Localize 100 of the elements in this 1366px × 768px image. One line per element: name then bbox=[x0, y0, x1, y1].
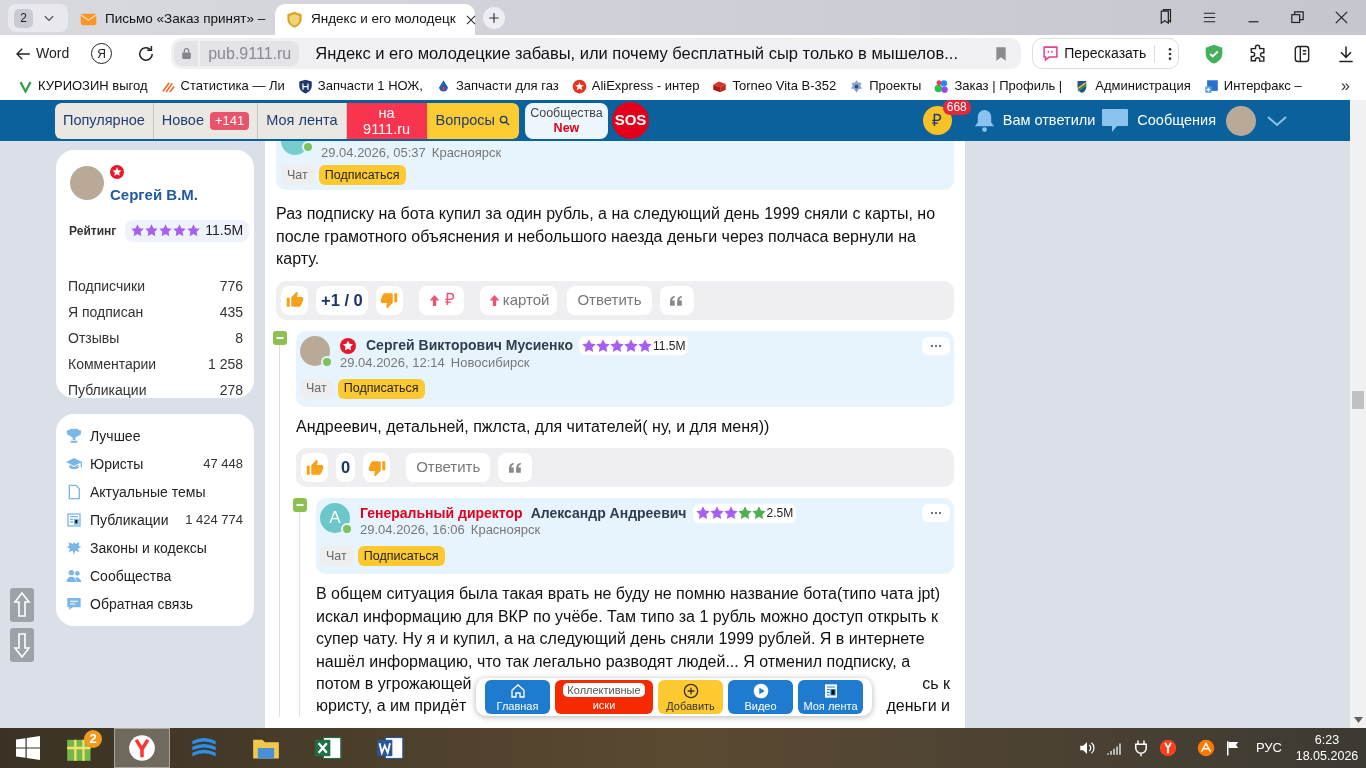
star-icon bbox=[173, 224, 187, 237]
chat-button[interactable]: Чат bbox=[300, 378, 333, 399]
chat-button[interactable]: Чат bbox=[281, 165, 314, 185]
bookmark-link[interactable]: Запчасти для газ bbox=[435, 76, 559, 96]
card-payment-button[interactable]: картой bbox=[479, 285, 558, 315]
stat-label: Публикации bbox=[68, 381, 147, 400]
vote-count: +1 / 0 bbox=[316, 285, 368, 315]
reply-button[interactable]: Ответить bbox=[567, 285, 652, 315]
chevron-down-icon[interactable] bbox=[1266, 113, 1288, 128]
browser-tab[interactable]: Яндекс и его молодецк bbox=[275, 4, 475, 35]
home-button[interactable]: Главная bbox=[485, 680, 550, 714]
app-logo-icon[interactable] bbox=[1196, 739, 1215, 757]
author-name[interactable]: Сергей Викторович Мусиенко bbox=[366, 335, 573, 356]
rating-label: Рейтинг bbox=[69, 222, 117, 240]
messages-button[interactable]: Сообщения bbox=[1101, 107, 1216, 134]
bookmark-link[interactable]: Статистика — Ли bbox=[160, 76, 285, 96]
item-count: 47 448 bbox=[203, 455, 243, 474]
more-button[interactable] bbox=[922, 504, 950, 522]
nav-tab[interactable]: на 9111.ru bbox=[346, 102, 427, 139]
clock[interactable]: 6:23 18.05.2026 bbox=[1291, 732, 1363, 764]
subscribe-button[interactable]: Подписаться bbox=[357, 546, 445, 566]
taskbar-app[interactable] bbox=[114, 728, 170, 768]
language-indicator[interactable]: РУС bbox=[1255, 738, 1282, 758]
star-icon bbox=[723, 506, 738, 520]
more-bookmarks-button[interactable]: » bbox=[1341, 74, 1350, 98]
back-button[interactable]: Word bbox=[14, 43, 70, 64]
subscribe-button[interactable]: Подписаться bbox=[337, 378, 425, 399]
scroll-down-arrow-icon[interactable] bbox=[1353, 717, 1363, 723]
lock-icon bbox=[174, 41, 199, 66]
profile-name[interactable]: Сергей В.М. bbox=[110, 184, 198, 207]
more-button[interactable] bbox=[922, 336, 950, 355]
close-icon[interactable] bbox=[1333, 9, 1350, 26]
add-button[interactable]: Добавить bbox=[658, 680, 723, 714]
menu-item[interactable]: Сообщества bbox=[56, 562, 254, 590]
author-role: Генеральный директор bbox=[360, 503, 523, 523]
up-arrow-icon bbox=[13, 591, 31, 619]
bookmark-link[interactable]: Проекты bbox=[849, 76, 922, 96]
eagle-icon bbox=[66, 540, 82, 556]
sos-button[interactable]: SOS bbox=[611, 102, 649, 139]
quote-button[interactable] bbox=[659, 285, 694, 315]
nav-tab[interactable]: Моя лента bbox=[258, 102, 347, 139]
replies-button[interactable]: Вам ответили bbox=[972, 108, 1096, 133]
menu-item[interactable]: Законы и кодексы bbox=[56, 534, 254, 562]
windows-logo-icon[interactable] bbox=[16, 736, 40, 760]
new-tab-button[interactable] bbox=[483, 7, 505, 29]
bookmark-link[interactable]: Администрация bbox=[1075, 76, 1191, 96]
bookmark-link[interactable]: КУРИОЗИН выгод bbox=[18, 76, 148, 96]
star-icon bbox=[637, 338, 652, 353]
menu-item[interactable]: Лучшее bbox=[56, 422, 254, 450]
newspaper-icon bbox=[66, 512, 82, 528]
spreadsheet-icon bbox=[314, 734, 342, 762]
rating-value: 11.5M bbox=[652, 337, 686, 355]
count-badge: +141 bbox=[210, 111, 250, 130]
notification-badge: 668 bbox=[942, 100, 971, 115]
home-icon bbox=[509, 682, 526, 699]
scrollbar[interactable] bbox=[1350, 100, 1366, 728]
browser-icon bbox=[128, 734, 156, 762]
browser-logo-icon[interactable] bbox=[1158, 739, 1177, 757]
chat-bubble-icon bbox=[1101, 107, 1130, 134]
domain-label: pub.9111.ru bbox=[200, 41, 300, 66]
nav-tab[interactable]: Популярное bbox=[55, 102, 154, 139]
shield-icon bbox=[286, 11, 303, 28]
restore-icon[interactable] bbox=[1289, 9, 1306, 26]
retell-button[interactable]: Пересказать bbox=[1042, 43, 1147, 64]
menu-item[interactable]: Юристы 47 448 bbox=[56, 450, 254, 478]
video-button[interactable]: Видео bbox=[728, 680, 793, 714]
star-icon bbox=[131, 224, 145, 237]
people-icon bbox=[66, 568, 82, 584]
author-name[interactable]: Александр Андреевич bbox=[530, 502, 687, 524]
tab-switcher[interactable]: 2 bbox=[8, 4, 68, 32]
message-icon bbox=[66, 596, 82, 612]
menu-item[interactable]: Обратная связь bbox=[56, 590, 254, 618]
reply-button[interactable]: Ответить bbox=[406, 453, 491, 482]
speech-bubble-icon bbox=[1042, 45, 1060, 62]
address-bar[interactable]: pub.9111.ru Яндекс и его молодецкие забавы, или почему бесплатный сыр только в мышелов... bbox=[171, 38, 1022, 69]
shield-check-icon[interactable] bbox=[1204, 43, 1225, 64]
browser-tab[interactable]: Письмо «Заказ принят» – bbox=[74, 4, 269, 35]
scrollbar-thumb[interactable] bbox=[1352, 391, 1364, 409]
menu-item[interactable]: Публикации 1 424 774 bbox=[56, 506, 254, 534]
communities-button[interactable]: Сообщества New bbox=[524, 102, 608, 139]
plus-circle-icon bbox=[682, 682, 699, 699]
subscribe-button[interactable]: Подписаться bbox=[318, 165, 406, 185]
chat-button[interactable]: Чат bbox=[320, 546, 353, 566]
stat-label: Я подписан bbox=[68, 303, 144, 322]
nav-tab[interactable]: Новое +141 bbox=[153, 102, 259, 139]
bookmark-link[interactable]: Запчасти 1 НОЖ, bbox=[297, 76, 423, 96]
quote-button[interactable] bbox=[498, 453, 533, 482]
avatar[interactable] bbox=[1226, 105, 1256, 136]
dots-icon bbox=[929, 343, 943, 348]
bookmark-link[interactable]: Torneo Vita B-352 bbox=[712, 76, 837, 96]
comment-city: Красноярск bbox=[431, 146, 502, 160]
feed-button[interactable]: Моя лента bbox=[798, 680, 863, 714]
nav-tab[interactable]: Вопросы bbox=[426, 102, 519, 139]
menu-item[interactable]: Актуальные темы bbox=[56, 478, 254, 506]
collective-suits-button[interactable]: Коллективные иски bbox=[555, 680, 653, 714]
bookmark-link[interactable]: Заказ | Профиль | bbox=[934, 76, 1063, 96]
quote-icon bbox=[669, 293, 685, 307]
bookmark-link[interactable]: Интерфакс – bbox=[1203, 76, 1302, 96]
stat-value: 1 258 bbox=[207, 355, 243, 374]
bookmark-link[interactable]: AliExpress - интер bbox=[571, 76, 700, 96]
